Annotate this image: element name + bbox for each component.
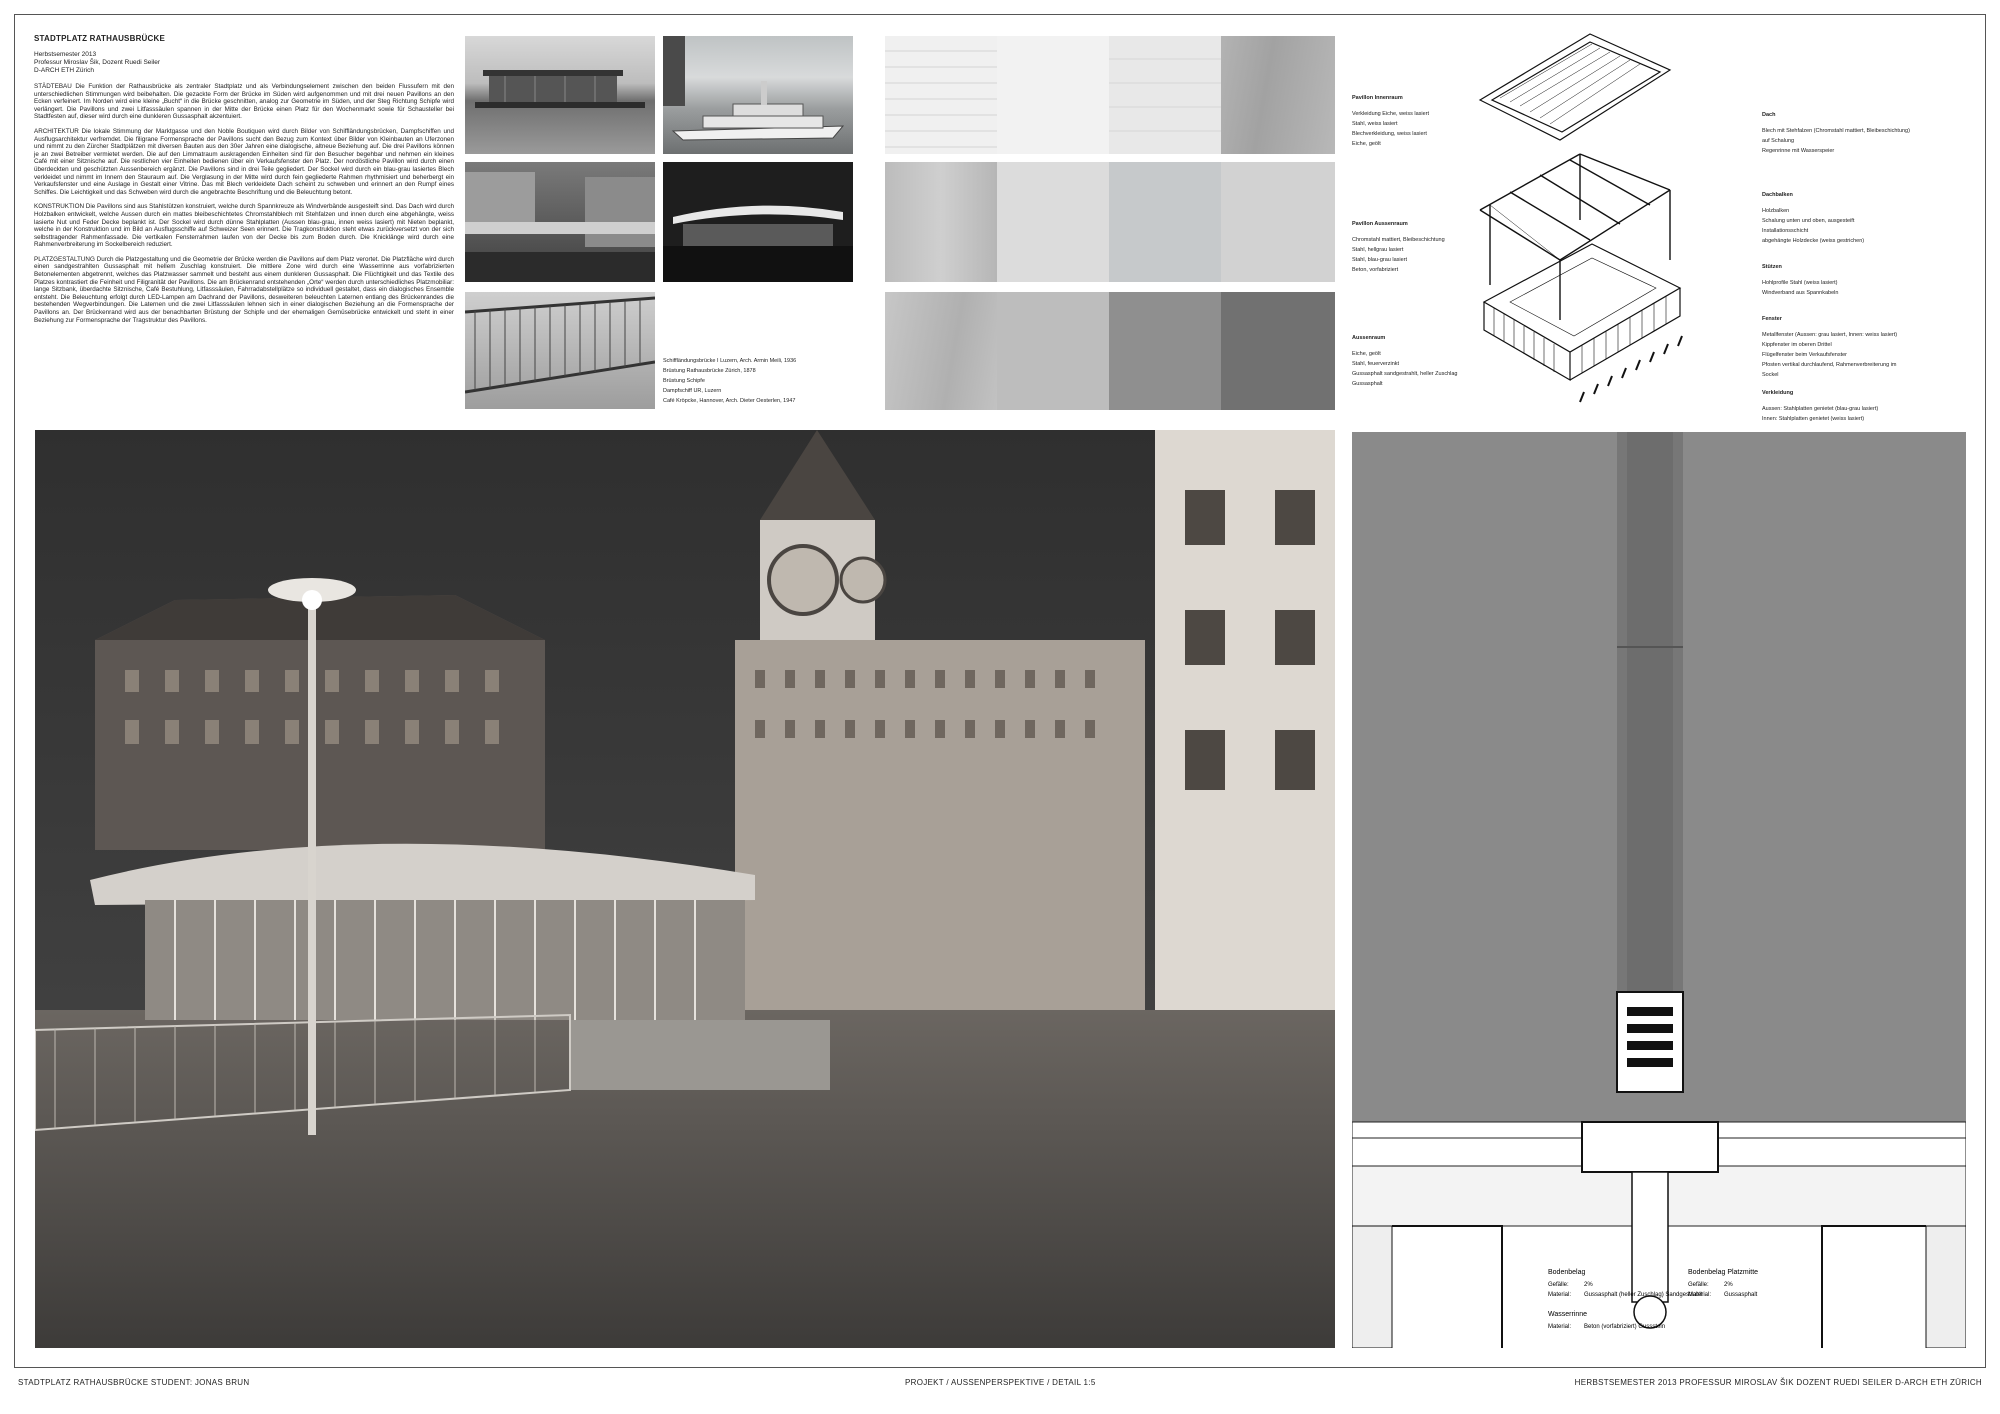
swatch-oak-exterior: [885, 292, 997, 410]
facade-layer: [1482, 243, 1683, 403]
swatch-oak-oiled: [1221, 36, 1335, 154]
legend-item: Hohlprofile Stahl (weiss lasiert): [1762, 280, 1838, 286]
legend-item: Chromstahl mattiert, Bleibeschichtung: [1352, 237, 1445, 243]
swatch-sheet-white: [1109, 36, 1221, 154]
swatch-steel-lightgrey: [997, 162, 1109, 282]
legend-item: Verkleidung Eiche, weiss lasiert: [1352, 111, 1430, 117]
reference-photo-landing-pier: [465, 36, 655, 154]
swatch-galvanized-steel: [997, 292, 1109, 410]
legend-item: Eiche, geölt: [1352, 141, 1381, 147]
roof-layer: [1478, 33, 1672, 141]
legend-item: Kippfenster im oberen Drittel: [1762, 342, 1832, 348]
reference-photo-railing: [465, 292, 655, 409]
paragraph-konstruktion: KONSTRUKTION Die Pavillons sind aus Stah…: [34, 203, 454, 249]
legend-item: abgehängte Holzdecke (weiss gestrichen): [1762, 238, 1865, 244]
legend-group: Pavillon Innenraum Verkleidung Eiche, we…: [1352, 95, 1472, 149]
detail-label-center: Bodenbelag Platzmitte: [1688, 1269, 1758, 1276]
school: D-ARCH ETH Zürich: [34, 67, 94, 74]
material-swatches: [885, 36, 1335, 410]
perspective-scene: [35, 430, 1335, 1348]
paragraph-staedtebau: STÄDTEBAU Die Funktion der Rathausbrücke…: [34, 83, 454, 121]
detail-drawing: Bodenbelag Gefälle: 2% Material: Gussasp…: [1351, 432, 1967, 1349]
reference-caption: Schiffländungsbrücke I Luzern, Arch. Arm…: [663, 358, 797, 364]
legend-group: Aussenraum Eiche, geölt Stahl, feuerverz…: [1352, 335, 1472, 389]
legend-item: Eiche, geölt: [1352, 351, 1381, 357]
railing-sketch: [465, 296, 655, 394]
legend-item: Stahl, weiss lasiert: [1352, 121, 1398, 127]
swatch-chrome-steel: [885, 162, 997, 282]
legend-item: Blechverkleidung, weiss lasiert: [1352, 131, 1427, 137]
legend-item: Schalung unten und oben, ausgesteift: [1762, 218, 1855, 224]
reference-photo-cafe-night: [663, 162, 853, 282]
pier-sketch: [475, 70, 645, 108]
legend-item: Blech mit Stehfalzen (Chromstahl mattier…: [1762, 128, 1910, 144]
steamboat-sketch: [663, 36, 845, 141]
detail-label-floor: Bodenbelag: [1548, 1269, 1585, 1276]
footer-left: STADTPLATZ RATHAUSBRÜCKE STUDENT: JONAS …: [18, 1378, 250, 1387]
legend-materials: Pavillon Innenraum Verkleidung Eiche, we…: [1352, 95, 1472, 389]
swatch-concrete: [1221, 162, 1335, 282]
legend-item: Pfosten vertikal durchlaufend, Rahmenver…: [1762, 362, 1897, 378]
legend-item: Installationsschicht: [1762, 228, 1809, 234]
legend-item: Holzbalken: [1762, 208, 1790, 214]
legend-group: Verkleidung Aussen: Stahlplatten geniete…: [1762, 390, 1912, 424]
historic-square-sketch: [465, 172, 655, 282]
night-perspective-render: [35, 430, 1335, 1348]
legend-item: Regenrinne mit Wasserspeier: [1762, 148, 1835, 154]
reference-photo-steamboat: [663, 36, 853, 154]
reference-caption: Brüstung Schipfe: [663, 378, 705, 384]
legend-item: Stahl, blau-grau lasiert: [1352, 257, 1408, 263]
legend-item: Stahl, hellgrau lasiert: [1352, 247, 1404, 253]
axonometric-drawing: [1478, 33, 1683, 403]
swatch-asphalt-light: [1109, 292, 1221, 410]
detail-label-gutter-material-key: Material:: [1548, 1324, 1571, 1330]
paragraph-platzgestaltung: PLATZGESTALTUNG Durch die Platzgestaltun…: [34, 255, 454, 324]
swatch-asphalt-dark: [1221, 292, 1335, 410]
swatch-steel-bluegrey: [1109, 162, 1221, 282]
detail-section: Bodenbelag Gefälle: 2% Material: Gussasp…: [1351, 432, 1967, 1349]
legend-item: Stahl, feuerverzinkt: [1352, 361, 1400, 367]
paragraph-architektur: ARCHITEKTUR Die lokale Stimmung der Mark…: [34, 127, 454, 196]
footer-right: HERBSTSEMESTER 2013 PROFESSUR MIROSLAV Š…: [1574, 1378, 1982, 1387]
reference-caption: Dampfschiff UR, Luzern: [663, 388, 722, 394]
reference-captions: Schiffländungsbrücke I Luzern, Arch. Arm…: [663, 356, 863, 406]
detail-label-floor-slope-key: Gefälle:: [1548, 1282, 1569, 1288]
exploded-axonometric: [1470, 30, 1770, 420]
legend-item: Windverband aus Spannkabeln: [1762, 290, 1839, 296]
detail-label-center-material: Gussasphalt: [1724, 1292, 1758, 1298]
reference-caption: Brüstung Rathausbrücke Zürich, 1878: [663, 368, 756, 374]
legend-item: Gussasphalt: [1352, 381, 1383, 387]
detail-label-floor-slope: 2%: [1584, 1282, 1593, 1288]
legend-item: Metallfenster (Aussen: grau lasiert, Inn…: [1762, 332, 1898, 338]
detail-label-center-slope: 2%: [1724, 1282, 1733, 1288]
legend-item: Flügelfenster beim Verkaufsfenster: [1762, 352, 1847, 358]
project-title: STADTPLATZ RATHAUSBRÜCKE: [34, 34, 166, 43]
detail-label-center-material-key: Material:: [1688, 1292, 1711, 1298]
detail-label-gutter-material: Beton (vorfabriziert) Gussstein: [1584, 1324, 1665, 1330]
legend-group: Fenster Metallfenster (Aussen: grau lasi…: [1762, 316, 1912, 380]
legend-item: Innen: Stahlplatten genietet (weiss lasi…: [1762, 416, 1865, 422]
semester: Herbstsemester 2013: [34, 51, 97, 58]
legend-group: Stützen Hohlprofile Stahl (weiss lasiert…: [1762, 264, 1912, 298]
reference-caption: Café Kröpcke, Hannover, Arch. Dieter Oes…: [663, 398, 796, 404]
reference-photo-bridge-historic: [465, 162, 655, 282]
swatch-steel-white: [997, 36, 1109, 154]
legend-item: Aussen: Stahlplatten genietet (blau-grau…: [1762, 406, 1879, 412]
legend-group: Dachbalken Holzbalken Schalung unten und…: [1762, 192, 1912, 246]
detail-label-floor-material: Gussasphalt (heller Zuschlag) Sandgestra…: [1584, 1292, 1703, 1298]
beam-frame-layer: [1479, 153, 1671, 320]
text-column: STADTPLATZ RATHAUSBRÜCKE Herbstsemester …: [34, 34, 454, 331]
legend-item: Beton, vorfabriziert: [1352, 267, 1399, 273]
detail-label-gutter: Wasserrinne: [1548, 1311, 1587, 1318]
detail-label-floor-material-key: Material:: [1548, 1292, 1571, 1298]
legend-group: Dach Blech mit Stehfalzen (Chromstahl ma…: [1762, 112, 1912, 156]
swatch-oak-white: [885, 36, 997, 154]
legend-construction: Dach Blech mit Stehfalzen (Chromstahl ma…: [1762, 112, 1912, 424]
legend-group: Pavillon Aussenraum Chromstahl mattiert,…: [1352, 221, 1472, 275]
professors: Professur Miroslav Šik, Dozent Ruedi Sei…: [34, 59, 161, 66]
legend-item: Gussasphalt sandgestrahlt, heller Zuschl…: [1352, 371, 1458, 377]
footer-center: PROJEKT / AUSSENPERSPEKTIVE / DETAIL 1:5: [905, 1378, 1096, 1387]
detail-label-center-slope-key: Gefälle:: [1688, 1282, 1709, 1288]
cafe-night-sketch: [663, 205, 853, 282]
